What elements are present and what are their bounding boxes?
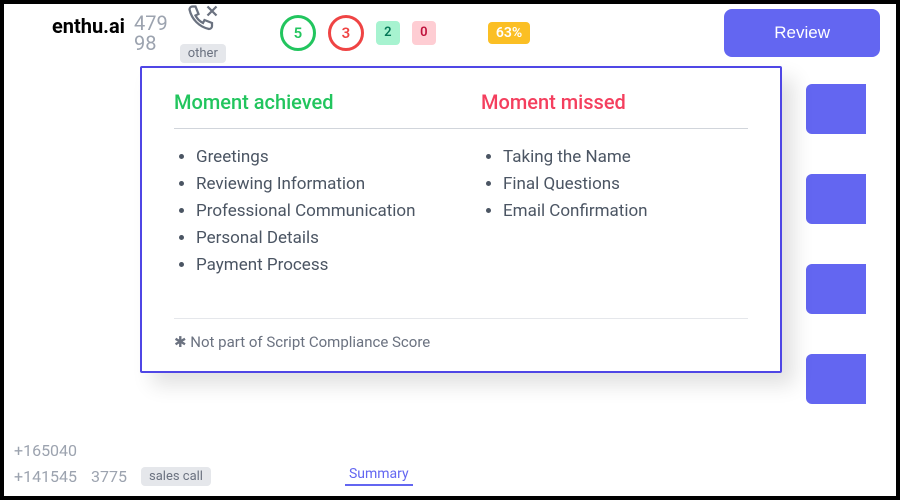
list-item: Professional Communication [196, 201, 441, 221]
achieved-column: Moment achieved [174, 90, 441, 120]
list-item: Payment Process [196, 255, 441, 275]
footnote: Not part of Script Compliance Score [174, 318, 748, 351]
moments-modal: Moment achieved Moment missed Greetings … [140, 66, 782, 373]
list-item: Greetings [196, 147, 441, 167]
sales-call-tag: sales call [141, 467, 211, 486]
bg-bottom-extra: 3775 [91, 467, 127, 486]
missed-count-badge: 3 [328, 15, 364, 51]
bg-number-2: 98 [134, 33, 168, 53]
divider [174, 128, 748, 129]
phone-icon [185, 2, 221, 42]
list-item: Reviewing Information [196, 174, 441, 194]
bg-number-1: 479 [134, 13, 168, 33]
pink-count-badge: 0 [412, 21, 436, 45]
list-item: Final Questions [503, 174, 748, 194]
bg-bottom: +165040 +141545 3775 sales call Summary [14, 441, 413, 486]
percent-badge: 63% [488, 22, 530, 44]
achieved-header: Moment achieved [174, 90, 441, 114]
side-bar-block [806, 84, 866, 134]
review-button[interactable]: Review [724, 9, 880, 57]
missed-header: Moment missed [481, 90, 748, 114]
list-item: Email Confirmation [503, 201, 748, 221]
list-item: Personal Details [196, 228, 441, 248]
summary-tab[interactable]: Summary [345, 466, 413, 486]
side-bar-block [806, 264, 866, 314]
brand-logo: enthu.ai [52, 14, 125, 38]
bg-bottom-num-1: +165040 [14, 441, 77, 460]
side-bar-block [806, 174, 866, 224]
side-bar-block [806, 354, 866, 404]
top-bar: 479 98 other 5 3 2 0 63% Review [4, 0, 896, 71]
list-item: Taking the Name [503, 147, 748, 167]
missed-list: Taking the Name Final Questions Email Co… [481, 147, 748, 221]
phone-icon-wrap: other [180, 2, 226, 63]
bg-bottom-num-2: +141545 [14, 467, 77, 486]
bg-numbers: 479 98 [134, 13, 168, 53]
teal-count-badge: 2 [376, 21, 400, 45]
phone-label: other [180, 44, 226, 63]
missed-column: Moment missed [481, 90, 748, 120]
achieved-count-badge: 5 [280, 15, 316, 51]
achieved-list: Greetings Reviewing Information Professi… [174, 147, 441, 275]
right-side-bars [806, 84, 866, 404]
